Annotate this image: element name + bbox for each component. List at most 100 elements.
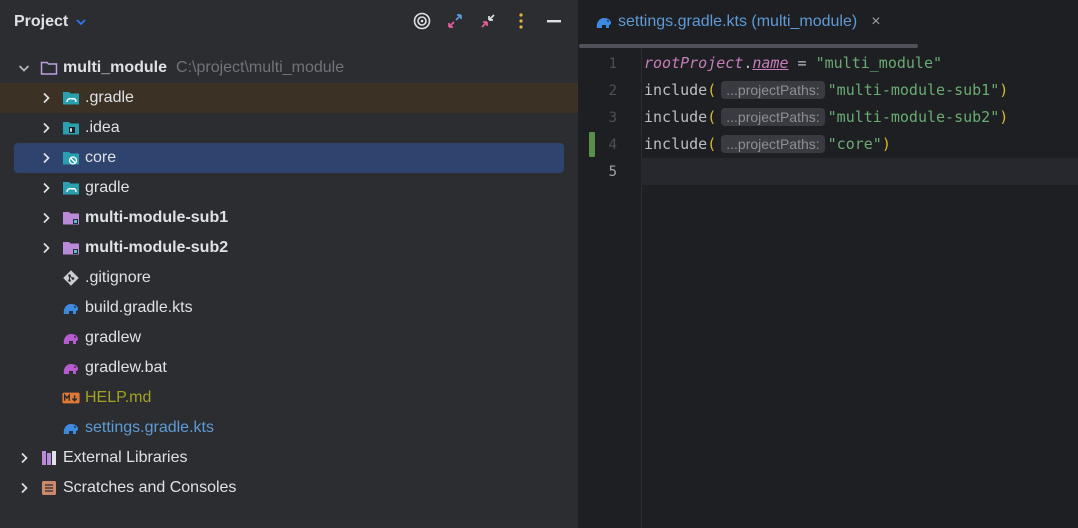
tree-item-label: .gitignore [85,269,151,286]
parameter-hint[interactable]: ...projectPaths: [721,134,825,153]
code-line: include(...projectPaths: "core") [644,130,1078,157]
chevron-down-icon[interactable] [74,15,88,29]
expand-icon[interactable] [445,10,465,32]
code-token: . [743,53,753,72]
gradle-elephant-icon [62,419,80,437]
gradle-elephant-icon [62,299,80,317]
code-line: include(...projectPaths: "multi-module-su… [644,103,1078,130]
line-number: 2 [608,82,617,99]
minimize-icon[interactable] [544,10,564,32]
tree-item-gradlew[interactable]: gradlew [0,323,578,353]
line-number: 1 [608,55,617,72]
tree-item-label: multi-module-sub2 [85,239,229,256]
line-number: 3 [608,109,617,126]
tree-item-help-md[interactable]: HELP.md [0,383,578,413]
line-number: 5 [608,163,617,180]
code-token: include [644,80,708,99]
tree-item-label: multi-module-sub1 [85,209,229,226]
tree-item-label: settings.gradle.kts [85,419,214,436]
tree-item-label: .idea [85,119,120,136]
tree-item-external-libraries[interactable]: External Libraries [0,443,578,473]
tree-item-settings-gradle-kts[interactable]: settings.gradle.kts [0,413,578,443]
more-icon[interactable] [511,10,531,32]
code-token: = [788,53,816,72]
chevron-right-icon[interactable] [38,90,54,106]
chevron-down-icon[interactable] [16,60,32,76]
tree-item-build-gradle-kts[interactable]: build.gradle.kts [0,293,578,323]
tree-item-gitignore[interactable]: .gitignore [0,263,578,293]
code-token: ) [999,80,1009,99]
code-token: ) [999,107,1009,126]
tree-item-scratches[interactable]: Scratches and Consoles [0,473,578,503]
tree-item-dot-gradle[interactable]: .gradle [0,83,578,113]
module-folder-icon [62,239,80,257]
project-toolbar [412,10,564,32]
tree-item-gradlew-bat[interactable]: gradlew.bat [0,353,578,383]
current-line-highlight [641,158,1078,185]
tree-item-label: gradlew [85,329,142,346]
tab-label: settings.gradle.kts (multi_module) [618,13,858,30]
tree-item-label: gradle [85,179,130,196]
module-folder-icon [62,209,80,227]
code-token: ( [707,134,717,153]
code-string: "multi-module-sub2" [827,107,1000,126]
project-title[interactable]: Project [14,13,68,31]
tree-item-label: gradlew.bat [85,359,167,376]
project-tree: multi_module C:\project\multi_module .gr… [0,53,578,503]
chevron-right-icon[interactable] [16,480,32,496]
excluded-folder-icon [62,149,80,167]
tree-item-gradle[interactable]: gradle [0,173,578,203]
code-token: name [752,53,789,72]
code-token: ( [707,107,717,126]
code-token: include [644,134,708,153]
code-token: rootProject [644,53,744,72]
code-string: "multi-module-sub1" [827,80,1000,99]
gradle-elephant-icon [62,359,80,377]
gradle-folder-icon [62,179,80,197]
code-string: "core" [827,134,882,153]
code-token: include [644,107,708,126]
code-line: include(...projectPaths: "multi-module-su… [644,76,1078,103]
code-token: ) [881,134,891,153]
chevron-right-icon[interactable] [38,120,54,136]
editor-tab-settings[interactable]: settings.gradle.kts (multi_module) × [595,0,881,44]
tree-item-label: External Libraries [63,449,188,466]
parameter-hint[interactable]: ...projectPaths: [721,80,825,99]
tree-item-multi-module-sub2[interactable]: multi-module-sub2 [0,233,578,263]
code-string: "multi_module" [815,53,943,72]
close-icon[interactable]: × [871,13,880,31]
module-folder-icon [40,59,58,77]
markdown-icon [62,389,80,407]
chevron-right-icon[interactable] [38,210,54,226]
editor-tab-bar: settings.gradle.kts (multi_module) × [579,0,1078,48]
chevron-right-icon[interactable] [38,150,54,166]
chevron-right-icon[interactable] [38,240,54,256]
editor-panel: settings.gradle.kts (multi_module) × 1 2… [579,0,1078,528]
locate-icon[interactable] [412,10,432,32]
line-gutter: 1 2 3 4 5 [579,48,642,528]
tree-item-multi-module[interactable]: multi_module C:\project\multi_module [0,53,578,83]
tree-item-label: core [85,149,117,166]
chevron-right-icon[interactable] [38,180,54,196]
project-panel: Project multi_module C:\project\multi_mo… [0,0,579,528]
chevron-right-icon[interactable] [16,450,32,466]
tree-item-label: HELP.md [85,389,152,406]
tree-item-multi-module-sub1[interactable]: multi-module-sub1 [0,203,578,233]
project-path: C:\project\multi_module [176,59,345,76]
tree-item-label: .gradle [85,89,134,106]
gradle-elephant-icon [62,329,80,347]
tree-item-label: multi_module [63,59,168,76]
tree-item-core[interactable]: core [14,143,564,173]
code-area[interactable]: rootProject. name = "multi_module" includ… [641,48,1078,528]
parameter-hint[interactable]: ...projectPaths: [721,107,825,126]
gradle-folder-icon [62,89,80,107]
line-number: 4 [608,136,617,153]
tree-item-idea[interactable]: .idea [0,113,578,143]
collapse-icon[interactable] [478,10,498,32]
scratch-icon [40,479,58,497]
code-token: ( [707,80,717,99]
tree-item-label: build.gradle.kts [85,299,193,316]
tree-item-label: Scratches and Consoles [63,479,237,496]
library-icon [40,449,58,467]
git-icon [62,269,80,287]
